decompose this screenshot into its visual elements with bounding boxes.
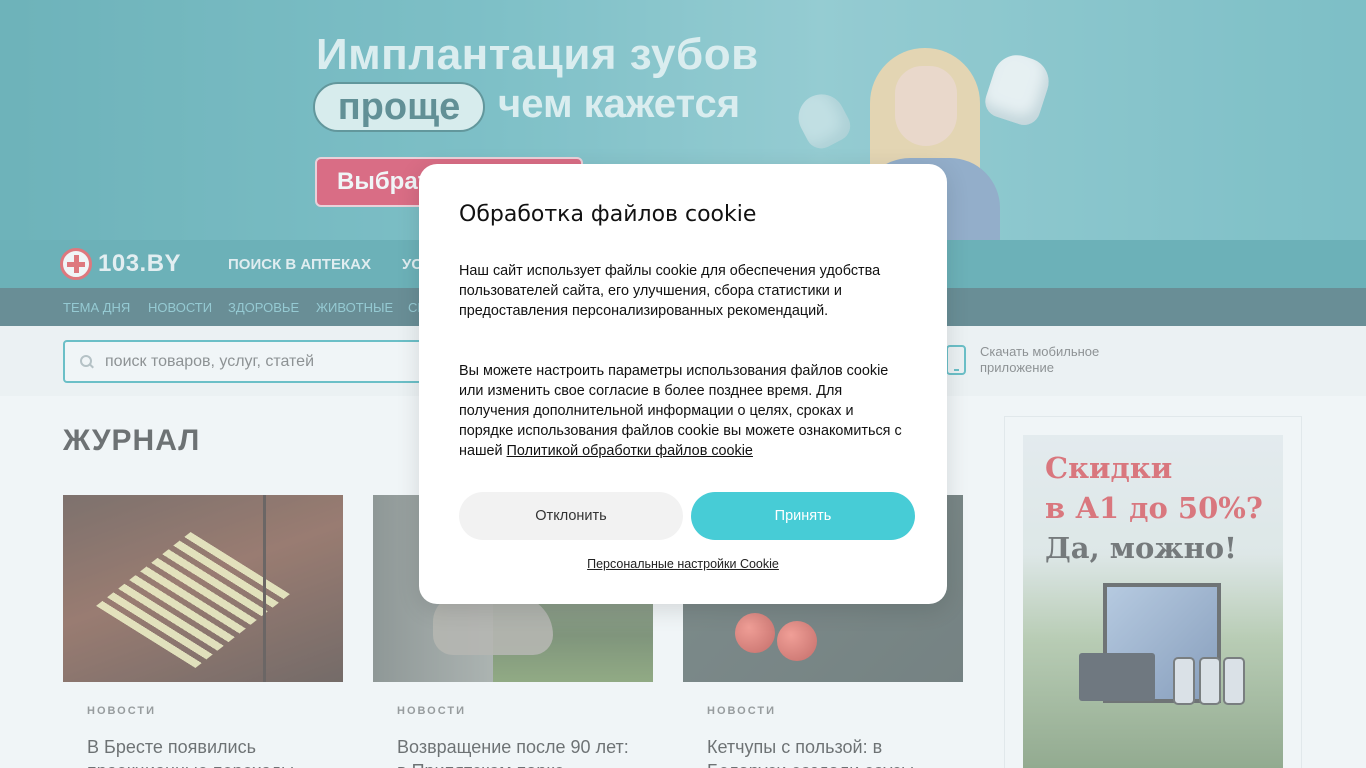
cookie-settings-link[interactable]: Персональные настройки Cookie [419, 557, 947, 571]
cookie-policy-link[interactable]: Политикой обработки файлов cookie [507, 443, 753, 459]
dialog-paragraph: Наш сайт использует файлы cookie для обе… [459, 263, 881, 319]
accept-button[interactable]: Принять [691, 492, 915, 540]
decline-button[interactable]: Отклонить [459, 492, 683, 540]
cookie-consent-dialog: Обработка файлов cookie Наш сайт использ… [419, 164, 947, 604]
dialog-paragraph: Вы можете настроить параметры использова… [459, 361, 907, 461]
dialog-title: Обработка файлов cookie [459, 202, 757, 227]
